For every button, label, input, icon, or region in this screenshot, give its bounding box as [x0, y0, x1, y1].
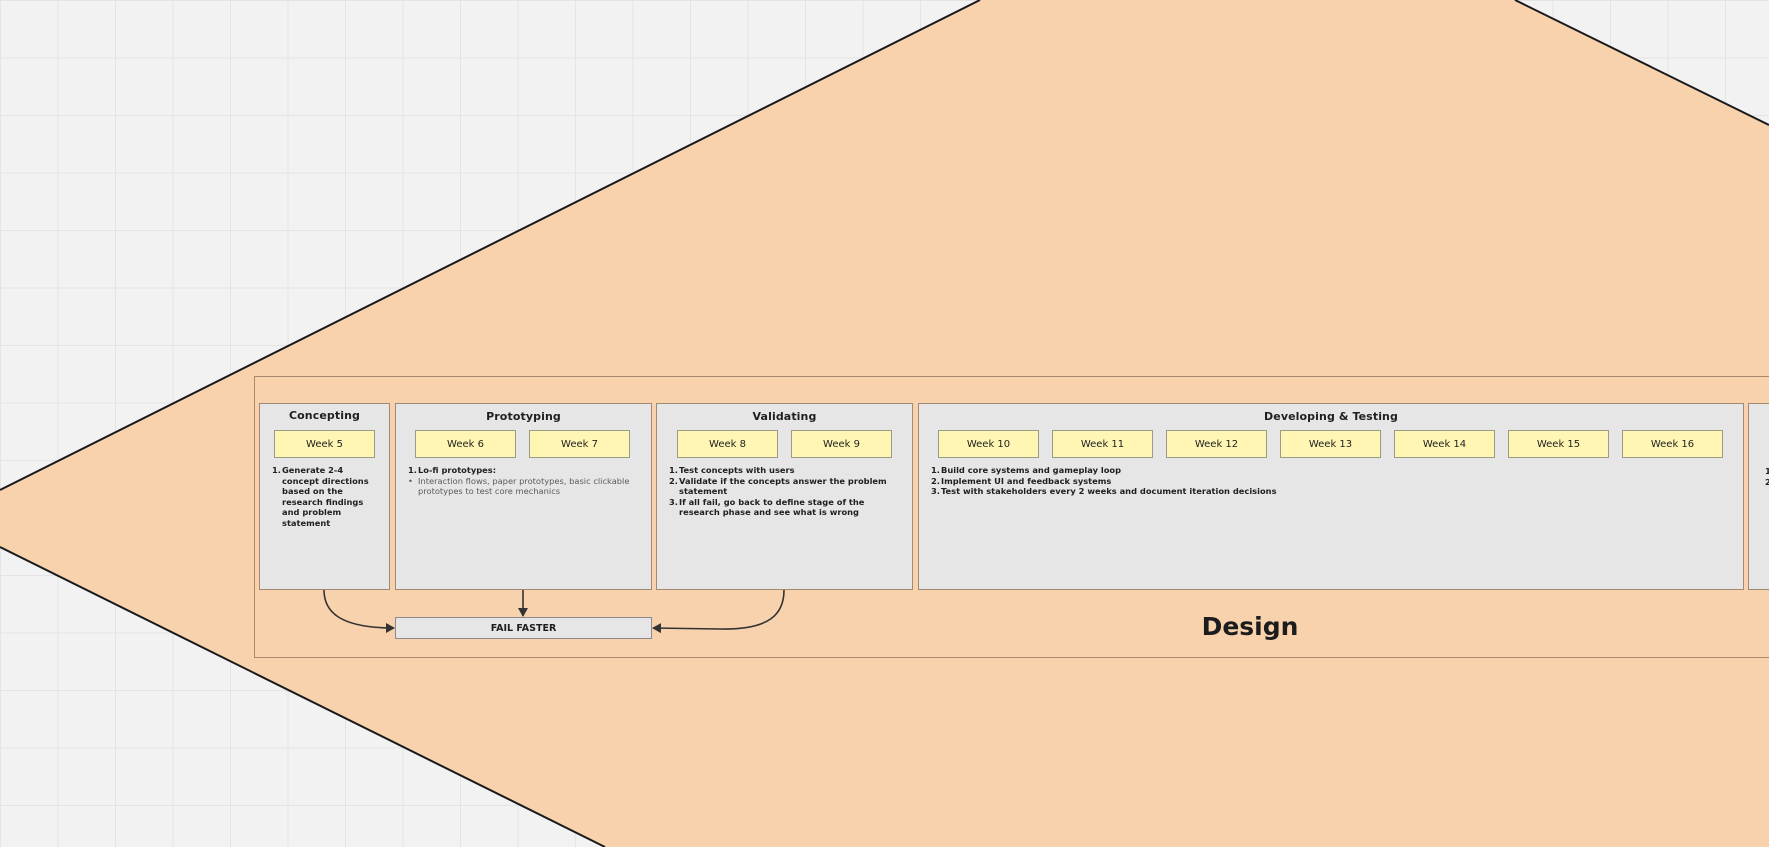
phase-title: Validating [752, 410, 817, 423]
week-sticky-note[interactable]: Week 7 [529, 430, 630, 458]
week-sticky-note[interactable]: Week 5 [274, 430, 375, 458]
task-subitem: • Interaction flows, paper prototypes, ba… [408, 475, 630, 497]
phase-title: Prototyping [486, 410, 561, 423]
week-sticky-note[interactable]: Week 8 [677, 430, 778, 458]
phase-concepting[interactable]: Concepting Week 5 1. Generate 2-4 concept… [259, 403, 390, 590]
task-list: 1. Build core systems and gameplay loop 2… [931, 465, 1735, 497]
week-sticky-note[interactable]: Week 6 [415, 430, 516, 458]
task-item: 2. Validate if the concepts answer the pr… [669, 475, 887, 497]
task-item: 1. Build core systems and gameplay loop [931, 465, 1122, 475]
week-sticky-note[interactable]: Week 16 [1622, 430, 1723, 458]
week-sticky-note[interactable]: Week 15 [1508, 430, 1609, 458]
week-sticky-note[interactable]: Week 11 [1052, 430, 1153, 458]
phase-title: Developing & Testing [1264, 410, 1398, 423]
task-item: 2. Implement UI and feedback systems [931, 475, 1112, 486]
week-sticky-note[interactable]: Week 10 [938, 430, 1039, 458]
task-item: 1. Test concepts with users [669, 465, 795, 475]
phase-cutoff[interactable]: 1 2 [1748, 403, 1769, 590]
fail-faster-box[interactable]: FAIL FASTER [395, 617, 652, 639]
task-item: 1. Generate 2-4 concept directions based … [272, 465, 369, 528]
week-sticky-note[interactable]: Week 9 [791, 430, 892, 458]
phase-validating[interactable]: Validating Week 8 Week 9 1. Test concepts… [656, 403, 913, 590]
phase-developing-testing[interactable]: Developing & Testing Week 10 Week 11 Wee… [918, 403, 1744, 590]
week-sticky-note[interactable]: Week 12 [1166, 430, 1267, 458]
week-sticky-note[interactable]: Week 14 [1394, 430, 1495, 458]
task-item: 3. Test with stakeholders every 2 weeks a… [931, 486, 1277, 496]
task-item: 1. Lo-fi prototypes: [408, 465, 497, 475]
task-list: 1. Lo-fi prototypes: • Interaction flows, … [408, 465, 643, 497]
task-item: 3. If all fail, go back to define stage o… [669, 496, 865, 518]
phase-title: Concepting [288, 409, 361, 422]
design-stage-label: Design [1201, 612, 1299, 641]
task-list: 1. Test concepts with users 2. Validate if… [669, 465, 904, 518]
task-list: 1. Generate 2-4 concept directions based … [272, 465, 381, 528]
phase-prototyping[interactable]: Prototyping Week 6 Week 7 1. Lo-fi protot… [395, 403, 652, 590]
week-sticky-note[interactable]: Week 13 [1280, 430, 1381, 458]
